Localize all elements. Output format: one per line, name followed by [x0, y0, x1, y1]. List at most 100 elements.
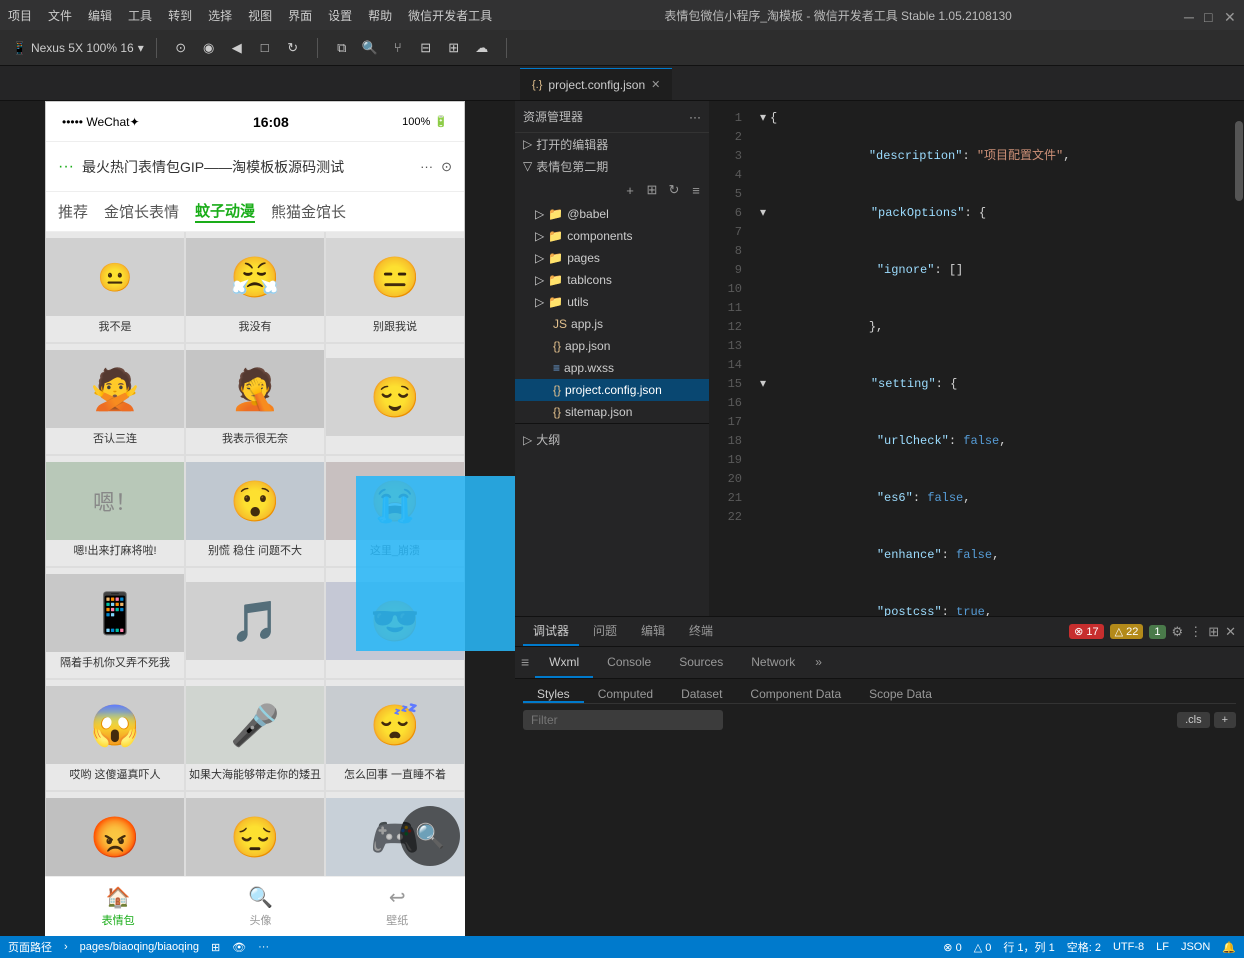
menu-item-goto[interactable]: 转到: [168, 7, 192, 24]
split-button[interactable]: ⊞: [442, 36, 466, 60]
close-button[interactable]: ✕: [1224, 9, 1236, 21]
list-item[interactable]: 😐 我不是: [46, 232, 184, 342]
phone-tab-mosquito[interactable]: 蚊子动漫: [195, 200, 255, 223]
collapse-explorer-icon[interactable]: ≡: [687, 181, 705, 199]
list-item[interactable]: 📱 隔着手机你又弄不死我: [46, 568, 184, 678]
panel-tab-component-data[interactable]: Component Data: [736, 687, 855, 703]
panel-tab-scope-data[interactable]: Scope Data: [855, 687, 946, 703]
settings-icon[interactable]: ⚙: [1172, 624, 1184, 640]
file-item-app-wxss[interactable]: ≡ app.wxss: [515, 357, 709, 379]
menu-item-wechat[interactable]: 微信开发者工具: [408, 7, 492, 24]
list-item[interactable]: 😯 别慌 稳住 问题不大: [186, 456, 324, 566]
file-item-tablcons[interactable]: ▷ 📁 tablcons: [515, 269, 709, 291]
file-item-project-config[interactable]: {} project.config.json: [515, 379, 709, 401]
list-item[interactable]: 😱 哎哟 这傻逼真吓人: [46, 680, 184, 790]
copy-path-icon[interactable]: ⊞: [211, 941, 220, 954]
new-file-icon[interactable]: +: [621, 181, 639, 199]
tab-debugger[interactable]: 调试器: [523, 617, 579, 646]
phone-nav-biaoqing[interactable]: 🏠 表情包: [102, 885, 135, 928]
tab-wxml[interactable]: Wxml: [535, 647, 593, 678]
more-icon[interactable]: ⋮: [1189, 624, 1202, 640]
list-item[interactable]: 😑 别跟我说: [326, 232, 464, 342]
panel-tab-computed[interactable]: Computed: [584, 687, 667, 703]
compile-button[interactable]: ⊙: [169, 36, 193, 60]
scrollbar-thumb[interactable]: [1235, 121, 1243, 201]
preview-icon[interactable]: 👁: [232, 941, 246, 954]
new-folder-icon[interactable]: ⊞: [643, 181, 661, 199]
panel-tab-dataset[interactable]: Dataset: [667, 687, 736, 703]
open-editors-section[interactable]: ▷ 打开的编辑器: [515, 133, 709, 155]
list-item[interactable]: 😴 怎么回事 一直睡不着: [326, 680, 464, 790]
refresh-explorer-icon[interactable]: ↻: [665, 181, 683, 199]
tab-close-button[interactable]: ✕: [651, 78, 660, 91]
nav-more-icon[interactable]: ⊙: [441, 159, 452, 175]
more-icon[interactable]: ···: [258, 941, 269, 953]
cloud-button[interactable]: ☁: [470, 36, 494, 60]
add-cls-button[interactable]: +: [1214, 712, 1236, 728]
back-button[interactable]: ◀: [225, 36, 249, 60]
layout-button[interactable]: ⊟: [414, 36, 438, 60]
menu-item-settings[interactable]: 设置: [328, 7, 352, 24]
tab-network[interactable]: Network: [737, 647, 809, 678]
tab-edit[interactable]: 编辑: [631, 617, 675, 646]
outline-section[interactable]: ▷ 大纲: [515, 423, 709, 455]
file-item-sitemap[interactable]: {} sitemap.json: [515, 401, 709, 423]
file-item-utils[interactable]: ▷ 📁 utils: [515, 291, 709, 313]
cls-button[interactable]: .cls: [1177, 712, 1210, 728]
menu-item-help[interactable]: 帮助: [368, 7, 392, 24]
forward-button[interactable]: □: [253, 36, 277, 60]
git-button[interactable]: ⑂: [386, 36, 410, 60]
search-float-button[interactable]: 🔍: [400, 806, 460, 866]
minimize-button[interactable]: ─: [1184, 9, 1196, 21]
package-section-header[interactable]: ▽ 表情包第二期: [515, 155, 709, 177]
phone-nav-avatar[interactable]: 🔍 头像: [248, 885, 273, 928]
window-controls[interactable]: ─ □ ✕: [1184, 9, 1236, 21]
fold-arrow[interactable]: ▾: [760, 109, 766, 128]
filter-input[interactable]: [523, 710, 723, 730]
simulator-controls[interactable]: ⊙ ◉ ◀ □ ↻: [165, 36, 309, 60]
code-content[interactable]: ▾ { "description": "项目配置文件", ▾ "packOpti…: [752, 101, 1234, 616]
phone-nav-wallpaper[interactable]: ↩ 壁纸: [386, 885, 408, 928]
more-inspector-tabs[interactable]: »: [809, 647, 828, 678]
refresh-button[interactable]: ↻: [281, 36, 305, 60]
maximize-icon[interactable]: ⊞: [1208, 624, 1219, 640]
code-editor[interactable]: 1 2 3 4 5 6 7 8 9 10 11 12 13 14 15 16 1: [710, 101, 1244, 616]
active-tab[interactable]: {.} project.config.json ✕: [520, 68, 672, 100]
list-item[interactable]: 🎵: [186, 568, 324, 678]
menu-item-view[interactable]: 视图: [248, 7, 272, 24]
notification-icon[interactable]: 🔔: [1222, 941, 1236, 954]
list-item[interactable]: 🎤 如果大海能够带走你的矮丑: [186, 680, 324, 790]
file-item-app-js[interactable]: JS app.js: [515, 313, 709, 335]
editor-scrollbar[interactable]: [1234, 101, 1244, 616]
file-item-components[interactable]: ▷ 📁 components: [515, 225, 709, 247]
maximize-button[interactable]: □: [1204, 9, 1216, 21]
tab-terminal[interactable]: 终端: [679, 617, 723, 646]
list-item[interactable]: 😤 我没有: [186, 232, 324, 342]
menu-item-project[interactable]: 项目: [8, 7, 32, 24]
menu-bar[interactable]: 项目 文件 编辑 工具 转到 选择 视图 界面 设置 帮助 微信开发者工具: [8, 7, 492, 24]
fold-arrow[interactable]: ▾: [760, 204, 766, 223]
list-item[interactable]: 🙅 否认三连: [46, 344, 184, 454]
explorer-more-icon[interactable]: ···: [689, 110, 701, 124]
device-selector[interactable]: 📱 Nexus 5X 100% 16 ▾: [8, 41, 148, 55]
stop-button[interactable]: ◉: [197, 36, 221, 60]
menu-item-select[interactable]: 选择: [208, 7, 232, 24]
file-item-pages[interactable]: ▷ 📁 pages: [515, 247, 709, 269]
editor-controls[interactable]: ⧉ 🔍 ⑂ ⊟ ⊞ ☁: [326, 36, 498, 60]
search-button[interactable]: 🔍: [358, 36, 382, 60]
fold-arrow[interactable]: ▾: [760, 375, 766, 394]
list-item[interactable]: 😌: [326, 344, 464, 454]
panel-tab-styles[interactable]: Styles: [523, 687, 584, 703]
menu-item-file[interactable]: 文件: [48, 7, 72, 24]
nav-search-icon[interactable]: ···: [420, 159, 433, 175]
breadcrumb-toggle[interactable]: ≡: [515, 647, 535, 678]
file-item-app-json[interactable]: {} app.json: [515, 335, 709, 357]
close-devtools-button[interactable]: ✕: [1225, 624, 1236, 640]
phone-tab-golden[interactable]: 金馆长表情: [104, 201, 179, 222]
copy-button[interactable]: ⧉: [330, 36, 354, 60]
phone-tab-recommend[interactable]: 推荐: [58, 201, 88, 222]
phone-tab-panda[interactable]: 熊猫金馆长: [271, 201, 346, 222]
tab-console[interactable]: Console: [593, 647, 665, 678]
menu-item-interface[interactable]: 界面: [288, 7, 312, 24]
tab-problems[interactable]: 问题: [583, 617, 627, 646]
